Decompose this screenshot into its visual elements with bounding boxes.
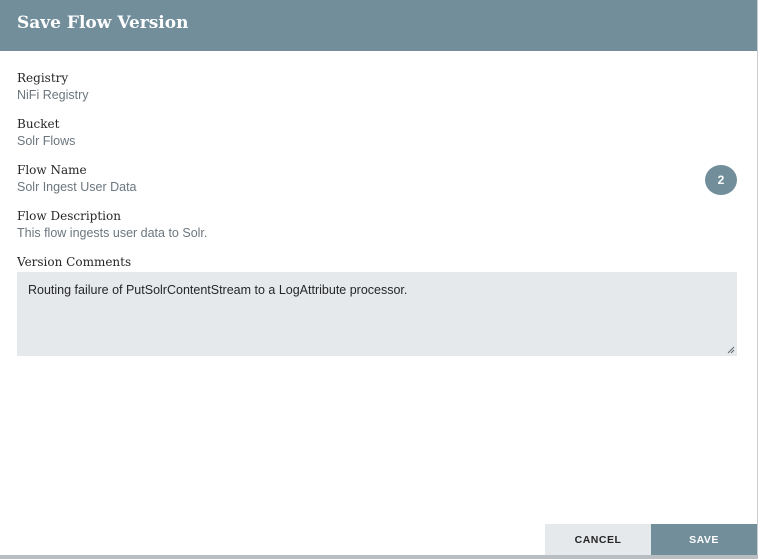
version-comments-label: Version Comments: [17, 255, 132, 269]
save-button[interactable]: SAVE: [651, 524, 757, 555]
flow-name-label: Flow Name: [17, 163, 87, 177]
dialog-header: Save Flow Version: [0, 0, 757, 51]
flow-name-value: Solr Ingest User Data: [17, 180, 137, 194]
flow-description-value: This flow ingests user data to Solr.: [17, 226, 208, 240]
save-flow-version-dialog: Save Flow Version Registry NiFi Registry…: [0, 0, 758, 555]
dialog-title: Save Flow Version: [17, 13, 189, 33]
flow-description-field: Flow Description This flow ingests user …: [17, 208, 207, 242]
flow-description-label: Flow Description: [17, 209, 121, 223]
bucket-label: Bucket: [17, 117, 60, 131]
version-badge: 2: [705, 165, 737, 195]
registry-label: Registry: [17, 71, 69, 85]
resize-grip-icon[interactable]: [727, 346, 735, 354]
version-comments-input[interactable]: Routing failure of PutSolrContentStream …: [17, 272, 737, 356]
registry-value: NiFi Registry: [17, 88, 89, 102]
bucket-field: Bucket Solr Flows: [17, 116, 75, 150]
flow-name-field: Flow Name Solr Ingest User Data: [17, 162, 137, 196]
registry-field: Registry NiFi Registry: [17, 70, 89, 104]
cancel-button[interactable]: CANCEL: [545, 524, 651, 555]
version-comments-field: Version Comments: [17, 254, 131, 270]
dialog-bottom-edge: [0, 555, 758, 559]
bucket-value: Solr Flows: [17, 134, 76, 148]
